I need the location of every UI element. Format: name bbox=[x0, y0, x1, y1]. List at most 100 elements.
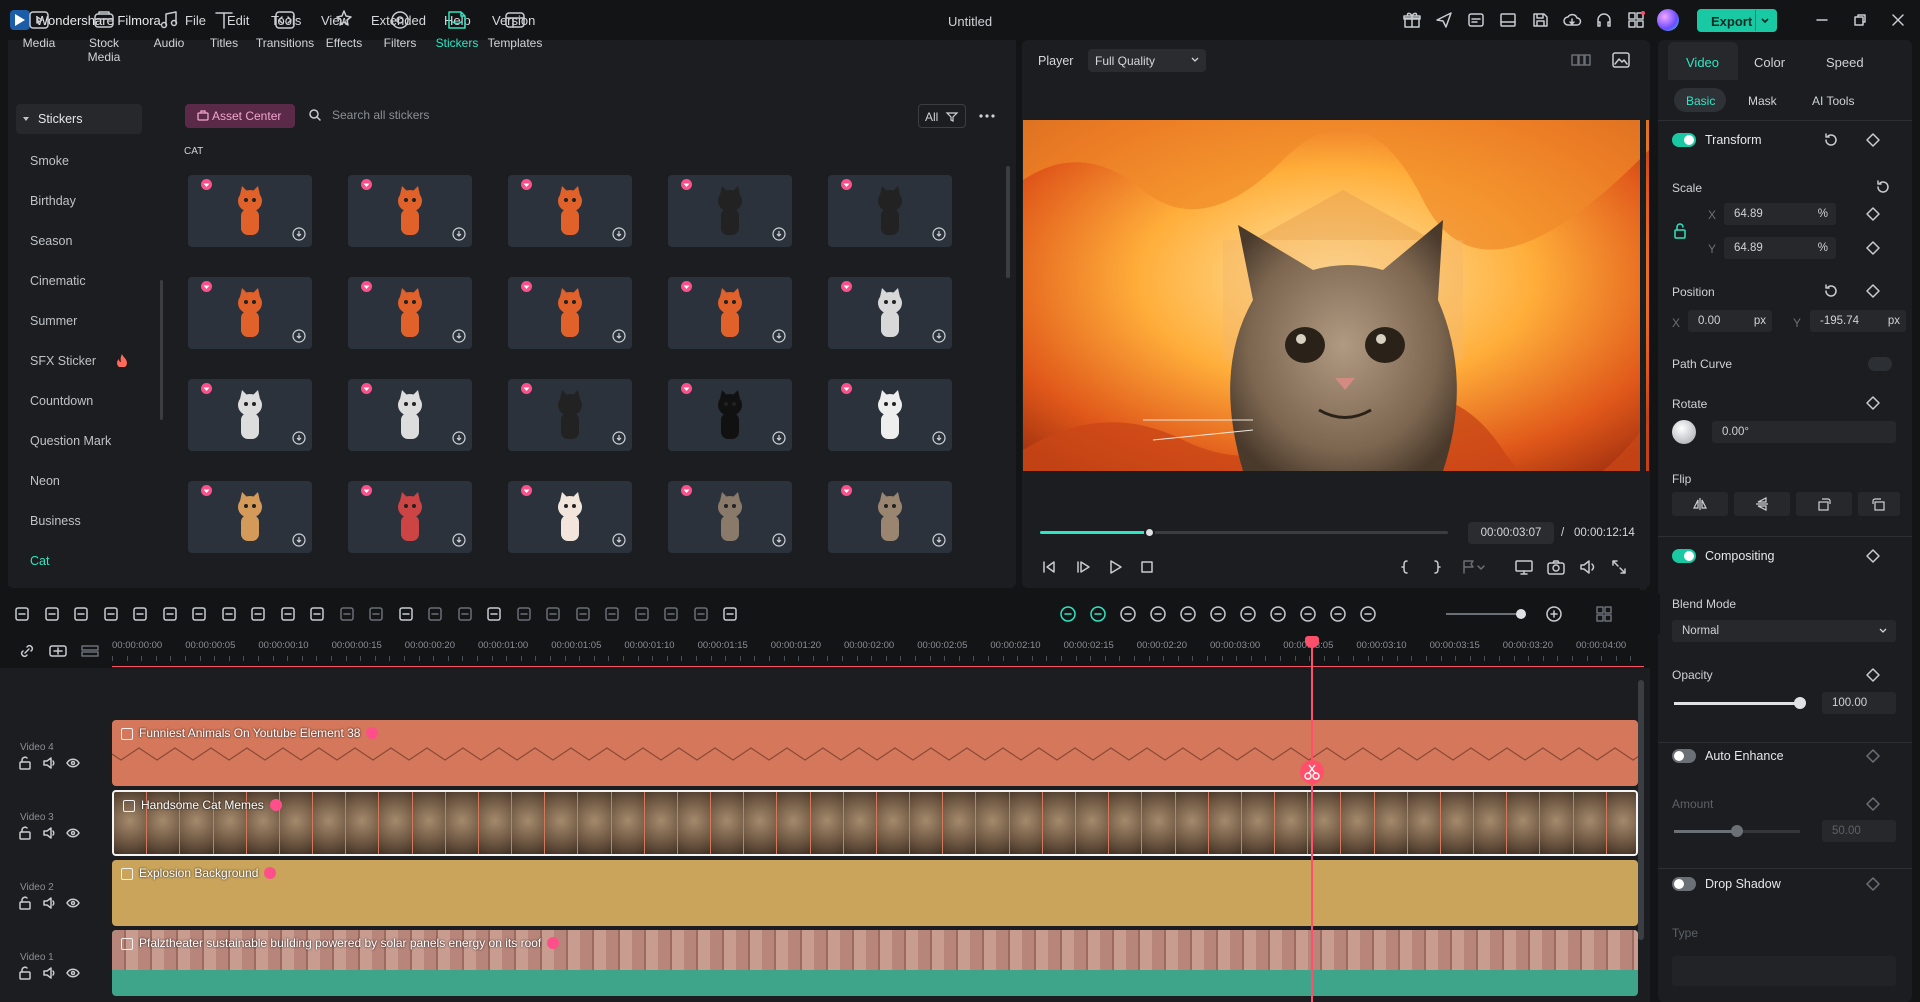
multicam-icon[interactable] bbox=[1148, 604, 1168, 624]
tool-effects[interactable]: Effects bbox=[314, 6, 374, 54]
path-curve-toggle[interactable] bbox=[1868, 357, 1892, 371]
prev-frame-icon[interactable] bbox=[1040, 558, 1058, 576]
download-icon[interactable] bbox=[452, 227, 466, 241]
track-manager-icon[interactable] bbox=[80, 642, 100, 660]
eye-icon[interactable] bbox=[66, 966, 80, 980]
keyframe-diamond-icon[interactable] bbox=[1864, 205, 1882, 223]
timeline-clip[interactable]: Handsome Cat Memes bbox=[112, 790, 1638, 856]
download-icon[interactable] bbox=[452, 431, 466, 445]
zoom-slider-handle[interactable] bbox=[1516, 609, 1526, 619]
apps-icon[interactable] bbox=[1626, 10, 1646, 30]
templates-mode-icon[interactable] bbox=[1466, 10, 1486, 30]
quality-dropdown[interactable]: Full Quality bbox=[1088, 49, 1206, 72]
mark-out-icon[interactable] bbox=[1428, 558, 1446, 576]
sticker-grid-scrollbar[interactable] bbox=[1006, 166, 1010, 278]
download-icon[interactable] bbox=[612, 329, 626, 343]
voiceover-icon[interactable] bbox=[1268, 604, 1288, 624]
save-icon[interactable] bbox=[1530, 10, 1550, 30]
color-match-icon[interactable] bbox=[307, 604, 327, 624]
filter-dropdown[interactable]: All bbox=[918, 104, 966, 128]
split-audio-icon[interactable] bbox=[514, 604, 534, 624]
support-icon[interactable] bbox=[1594, 10, 1614, 30]
snapshot-view-icon[interactable] bbox=[1610, 50, 1632, 70]
blend-mode-dropdown[interactable]: Normal bbox=[1672, 620, 1896, 642]
record-icon[interactable] bbox=[691, 604, 711, 624]
tool-stickers[interactable]: Stickers bbox=[427, 6, 487, 54]
sticker-item[interactable] bbox=[348, 175, 472, 247]
tool-templates[interactable]: Templates bbox=[485, 6, 545, 54]
volume-icon[interactable] bbox=[1578, 558, 1598, 576]
amount-input[interactable]: 50.00 bbox=[1822, 820, 1896, 842]
trim-icon[interactable] bbox=[189, 604, 209, 624]
tool-stock-media[interactable]: Stock Media bbox=[74, 6, 134, 64]
playhead[interactable] bbox=[1311, 636, 1313, 1002]
download-icon[interactable] bbox=[932, 533, 946, 547]
sticker-item[interactable] bbox=[828, 481, 952, 553]
play-icon[interactable] bbox=[1106, 558, 1124, 576]
green-screen-icon[interactable] bbox=[602, 604, 622, 624]
auto-enhance-toggle[interactable] bbox=[1672, 749, 1696, 763]
drop-shadow-toggle[interactable] bbox=[1672, 877, 1696, 891]
layout-icon[interactable] bbox=[12, 604, 32, 624]
mute-icon[interactable] bbox=[42, 896, 56, 910]
sticker-item[interactable] bbox=[828, 379, 952, 451]
lock-icon[interactable] bbox=[18, 966, 32, 980]
sidebar-item-birthday[interactable]: Birthday bbox=[30, 194, 76, 208]
download-icon[interactable] bbox=[772, 533, 786, 547]
mute-icon[interactable] bbox=[42, 826, 56, 840]
keyframe-diamond-icon[interactable] bbox=[1864, 747, 1882, 765]
subtab-ai-tools[interactable]: AI Tools bbox=[1812, 94, 1854, 108]
timeline-clip[interactable]: Explosion Background bbox=[112, 860, 1638, 926]
download-icon[interactable] bbox=[772, 227, 786, 241]
restore-icon[interactable] bbox=[1850, 10, 1870, 30]
sticker-item[interactable] bbox=[348, 379, 472, 451]
sidebar-item-summer[interactable]: Summer bbox=[30, 314, 77, 328]
subtitle-icon[interactable] bbox=[720, 604, 740, 624]
download-icon[interactable] bbox=[612, 431, 626, 445]
layout-icon[interactable] bbox=[1498, 10, 1518, 30]
work-area-bar[interactable] bbox=[112, 666, 1644, 667]
rotate-dial[interactable] bbox=[1672, 420, 1696, 444]
download-icon[interactable] bbox=[772, 431, 786, 445]
link-icon[interactable] bbox=[18, 642, 36, 660]
sticker-item[interactable] bbox=[188, 481, 312, 553]
mute-icon[interactable] bbox=[42, 756, 56, 770]
eye-icon[interactable] bbox=[66, 756, 80, 770]
sidebar-item-sfx-sticker[interactable]: SFX Sticker bbox=[30, 354, 96, 368]
sticker-item[interactable] bbox=[508, 277, 632, 349]
scale-y-input[interactable]: 64.89 % bbox=[1724, 237, 1836, 259]
keyframe-diamond-icon[interactable] bbox=[1864, 239, 1882, 257]
keyframe-tool-icon[interactable] bbox=[425, 604, 445, 624]
mic-icon[interactable] bbox=[1238, 604, 1258, 624]
position-y-input[interactable]: -195.74 px bbox=[1810, 310, 1906, 332]
sidebar-item-cinematic[interactable]: Cinematic bbox=[30, 274, 86, 288]
mask-tool-icon[interactable] bbox=[396, 604, 416, 624]
video-preview[interactable] bbox=[1023, 120, 1649, 471]
mute-icon[interactable] bbox=[42, 966, 56, 980]
lock-icon[interactable] bbox=[18, 826, 32, 840]
sidebar-item-countdown[interactable]: Countdown bbox=[30, 394, 93, 408]
freeze-icon[interactable] bbox=[543, 604, 563, 624]
redo-icon[interactable] bbox=[101, 604, 121, 624]
shadow-type-options[interactable] bbox=[1672, 956, 1896, 986]
scale-x-input[interactable]: 64.89 % bbox=[1724, 203, 1836, 225]
tool-transitions[interactable]: Transitions bbox=[254, 6, 316, 54]
zoom-out-icon[interactable] bbox=[1358, 604, 1378, 624]
sidebar-item-business[interactable]: Business bbox=[30, 514, 81, 528]
split-scissors-icon[interactable] bbox=[1300, 760, 1324, 784]
motion-icon[interactable] bbox=[573, 604, 593, 624]
chevron-down-icon[interactable] bbox=[1759, 15, 1771, 27]
tab-speed[interactable]: Speed bbox=[1826, 55, 1864, 70]
stop-icon[interactable] bbox=[1138, 558, 1156, 576]
rotate-right-button[interactable] bbox=[1858, 492, 1900, 516]
download-icon[interactable] bbox=[932, 329, 946, 343]
lock-ratio-icon[interactable] bbox=[1672, 220, 1690, 244]
sticker-search-input[interactable]: Search all stickers bbox=[332, 108, 632, 122]
sticker-item[interactable] bbox=[188, 277, 312, 349]
export-button[interactable]: Export bbox=[1697, 9, 1777, 32]
tool-audio[interactable]: Audio bbox=[139, 6, 199, 54]
download-icon[interactable] bbox=[932, 431, 946, 445]
sticker-item[interactable] bbox=[348, 277, 472, 349]
sidebar-header-stickers[interactable]: Stickers bbox=[16, 104, 142, 134]
sticker-item[interactable] bbox=[188, 175, 312, 247]
